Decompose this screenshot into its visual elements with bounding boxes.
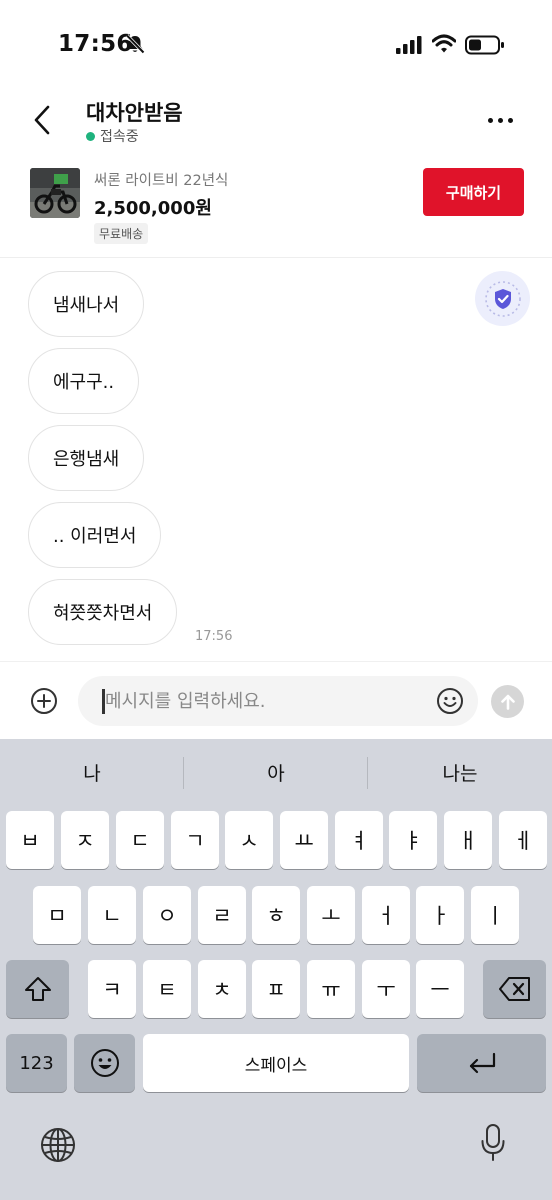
- numbers-key[interactable]: 123: [6, 1034, 67, 1092]
- key[interactable]: ㅣ: [471, 886, 519, 944]
- suggestion-bar: 나 아 나는: [0, 739, 552, 805]
- back-button[interactable]: [22, 100, 62, 140]
- message-input-box[interactable]: [78, 676, 478, 726]
- key[interactable]: ㅊ: [198, 960, 246, 1018]
- signal-icon: [396, 36, 422, 54]
- message-time: 17:56: [195, 629, 233, 644]
- safety-button[interactable]: [475, 271, 530, 326]
- online-status-text: 접속중: [100, 129, 139, 145]
- key[interactable]: ㅈ: [61, 811, 109, 869]
- shield-check-icon: [484, 280, 521, 317]
- status-time: 17:56: [58, 31, 133, 57]
- emoji-icon: [90, 1049, 119, 1077]
- key[interactable]: ㅂ: [6, 811, 54, 869]
- message-bubble[interactable]: 에구구..: [28, 348, 140, 414]
- key[interactable]: ㄹ: [198, 886, 246, 944]
- suggestion-item[interactable]: 아: [184, 759, 368, 786]
- space-key[interactable]: 스페이스: [143, 1034, 409, 1092]
- send-button[interactable]: [491, 685, 524, 718]
- bike-image: [30, 168, 80, 218]
- key[interactable]: ㅠ: [307, 960, 355, 1018]
- key[interactable]: ㅅ: [225, 811, 273, 869]
- message-bubble[interactable]: 은행냄새: [28, 425, 145, 491]
- key[interactable]: ㅁ: [33, 886, 81, 944]
- status-bar: 17:56: [0, 0, 552, 84]
- key[interactable]: ㅓ: [362, 886, 410, 944]
- suggestion-item[interactable]: 나는: [368, 759, 552, 786]
- free-shipping-tag: 무료배송: [94, 223, 149, 244]
- key[interactable]: ㅎ: [252, 886, 300, 944]
- key[interactable]: ㄴ: [88, 886, 136, 944]
- message-bubble[interactable]: 혀쯧쯧차면서: [28, 579, 178, 645]
- message-bubble[interactable]: .. 이러면서: [28, 502, 162, 568]
- key[interactable]: ㅇ: [143, 886, 191, 944]
- back-icon: [34, 105, 50, 135]
- key[interactable]: ㄷ: [116, 811, 164, 869]
- message-input-bar: [0, 661, 552, 739]
- key[interactable]: ㅕ: [335, 811, 383, 869]
- return-icon: [469, 1052, 495, 1074]
- chat-title: 대차안받음: [86, 101, 183, 125]
- wifi-icon: [432, 34, 456, 53]
- shift-icon: [24, 977, 51, 1001]
- globe-icon[interactable]: [40, 1127, 76, 1163]
- keyboard: 나 아 나는 ㅂ ㅈ ㄷ ㄱ ㅅ ㅛ ㅕ ㅑ ㅐ ㅔ ㅁ ㄴ ㅇ ㄹ ㅎ ㅗ ㅓ…: [0, 739, 552, 1200]
- key[interactable]: ㅡ: [416, 960, 464, 1018]
- product-bar[interactable]: 써론 라이트비 22년식 2,500,000원 무료배송 구매하기: [0, 158, 552, 258]
- send-arrow-icon: [500, 694, 515, 710]
- product-name: 써론 라이트비 22년식: [94, 173, 229, 189]
- product-thumbnail[interactable]: [30, 168, 80, 218]
- plus-circle-icon[interactable]: [30, 687, 58, 715]
- message-input[interactable]: [105, 676, 425, 726]
- mic-icon[interactable]: [480, 1123, 506, 1163]
- chat-messages[interactable]: 냄새나서 에구구.. 은행냄새 .. 이러면서 혀쯧쯧차면서 17:56: [0, 259, 552, 661]
- key[interactable]: ㅋ: [88, 960, 136, 1018]
- key[interactable]: ㅛ: [280, 811, 328, 869]
- key[interactable]: ㄱ: [171, 811, 219, 869]
- more-icon: [487, 117, 493, 123]
- message-bubble[interactable]: 냄새나서: [28, 271, 145, 337]
- suggestion-item[interactable]: 나: [0, 759, 184, 786]
- key[interactable]: ㅌ: [143, 960, 191, 1018]
- online-status: 접속중: [86, 126, 139, 146]
- product-price: 2,500,000원: [94, 198, 212, 219]
- key[interactable]: ㅑ: [389, 811, 437, 869]
- key[interactable]: ㅜ: [362, 960, 410, 1018]
- key[interactable]: ㅗ: [307, 886, 355, 944]
- more-options-button[interactable]: [480, 104, 520, 136]
- bell-off-icon: [125, 34, 145, 54]
- battery-icon: [465, 35, 504, 55]
- shift-key[interactable]: [6, 960, 69, 1018]
- backspace-key[interactable]: [483, 960, 546, 1018]
- key[interactable]: ㅍ: [252, 960, 300, 1018]
- backspace-icon: [498, 977, 530, 1001]
- key[interactable]: ㅐ: [444, 811, 492, 869]
- key[interactable]: ㅏ: [416, 886, 464, 944]
- emoji-key[interactable]: [74, 1034, 135, 1092]
- buy-button[interactable]: 구매하기: [423, 168, 524, 216]
- chat-header: 대차안받음 접속중: [0, 84, 552, 158]
- key[interactable]: ㅔ: [499, 811, 547, 869]
- online-dot: [86, 131, 95, 141]
- emoji-icon[interactable]: [436, 687, 464, 715]
- return-key[interactable]: [417, 1034, 546, 1092]
